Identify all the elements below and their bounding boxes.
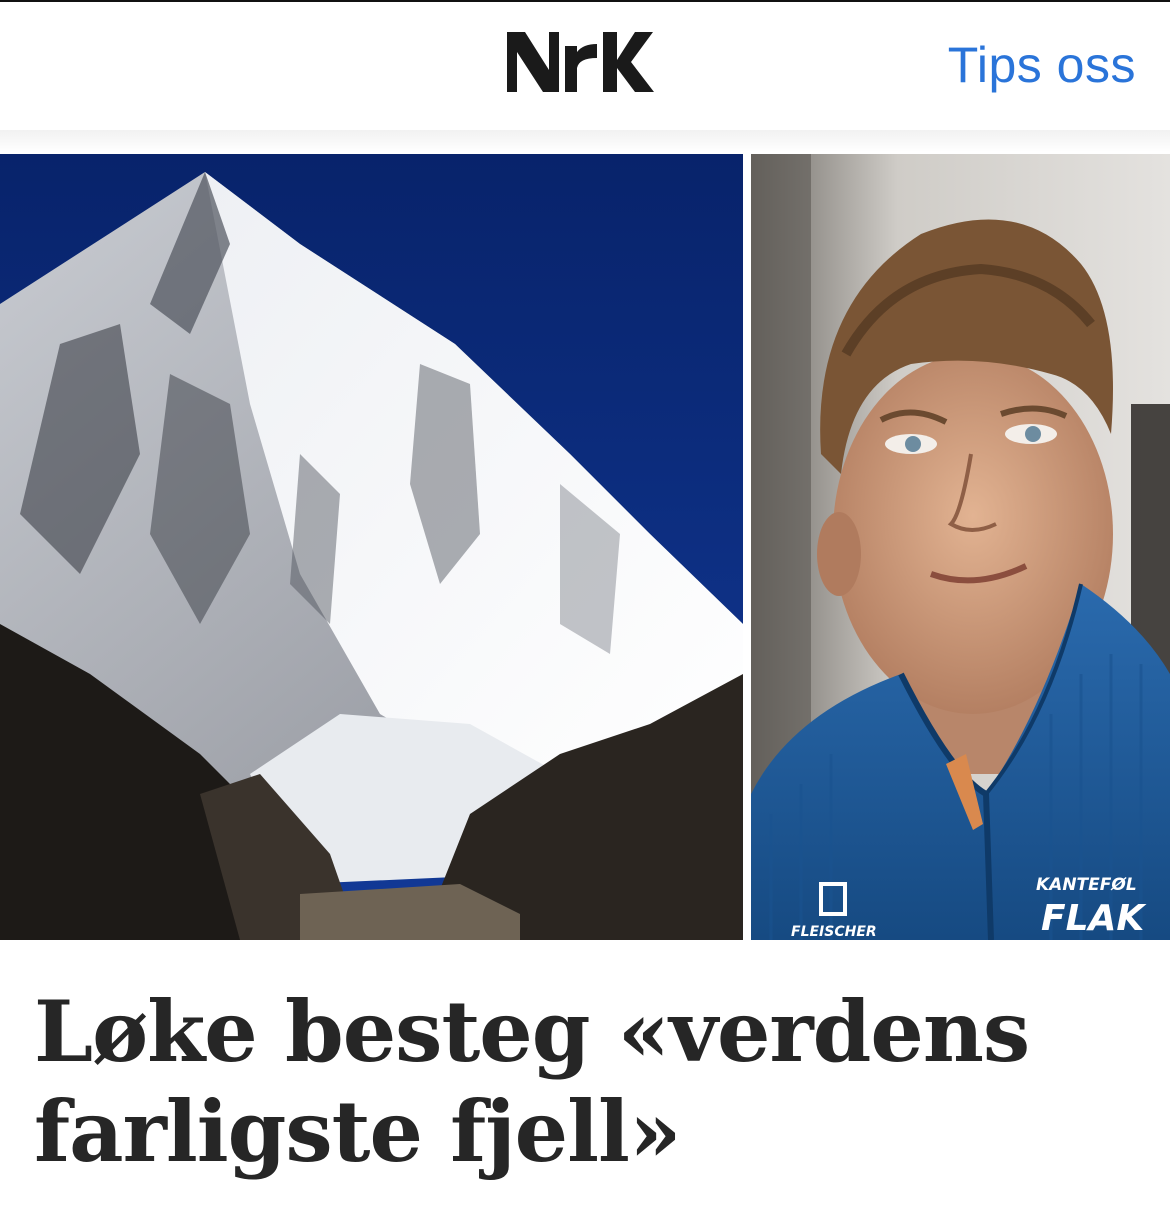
app-frame: Tips oss FLEISCHER KANTEFØL FLAK Løke be… bbox=[0, 0, 1170, 1205]
jacket-brand-line2: FLAK bbox=[1041, 898, 1147, 939]
nrk-logo[interactable] bbox=[505, 28, 655, 94]
article-headline[interactable]: Løke besteg «verdens farligste fjell» bbox=[34, 982, 1144, 1182]
header-divider bbox=[0, 130, 1170, 152]
article-image-strip[interactable]: FLEISCHER KANTEFØL FLAK bbox=[0, 154, 1170, 940]
jacket-sponsor-text: FLEISCHER bbox=[791, 924, 877, 940]
tips-oss-link[interactable]: Tips oss bbox=[948, 36, 1136, 94]
mountain-photo[interactable] bbox=[0, 154, 743, 940]
portrait-photo[interactable]: FLEISCHER KANTEFØL FLAK bbox=[751, 154, 1170, 940]
top-bar: Tips oss bbox=[0, 2, 1170, 130]
jacket-brand-line1: KANTEFØL bbox=[1036, 875, 1137, 895]
